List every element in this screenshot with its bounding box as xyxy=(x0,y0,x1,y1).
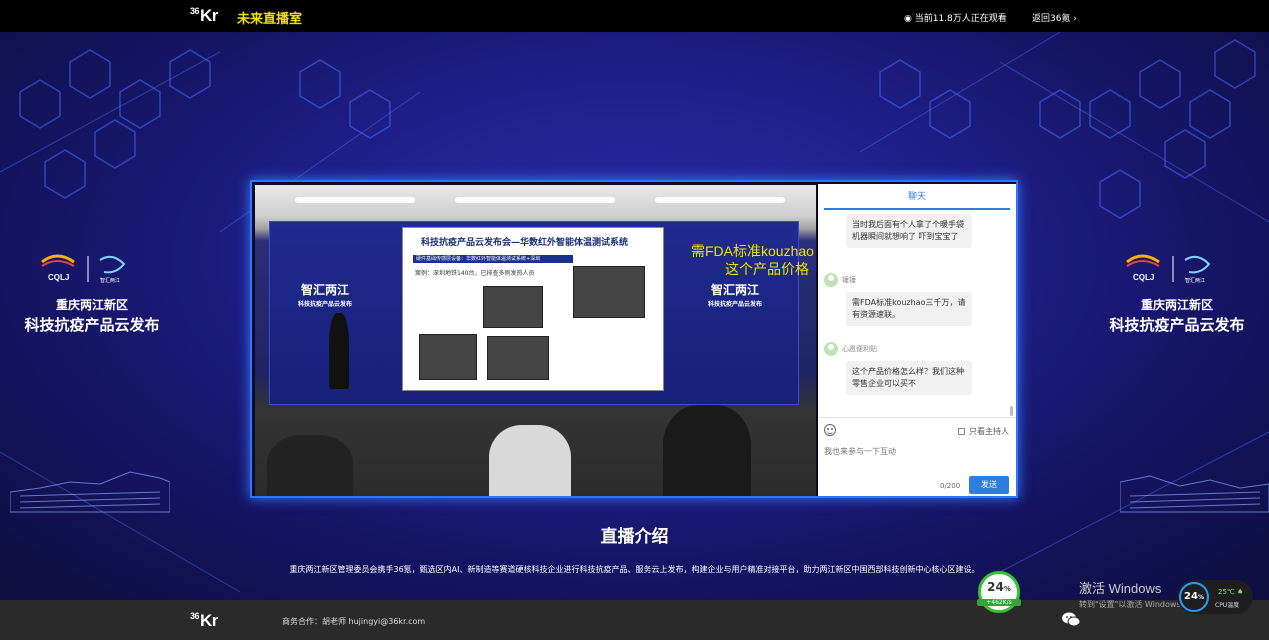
avatar xyxy=(824,273,838,287)
leaf-icon: ♠ xyxy=(1237,588,1244,596)
video-stream[interactable]: 智汇两江 科技抗疫产品云发布 智汇两江 科技抗疫产品云发布 科技抗疫产品云发布会… xyxy=(255,185,816,496)
audience-head xyxy=(489,425,571,496)
audience-head xyxy=(267,435,353,496)
brand-line-1: 重庆两江新区 xyxy=(1140,298,1213,312)
skyline-illustration xyxy=(10,471,170,513)
36kr-logo[interactable]: 36Kr xyxy=(190,6,218,26)
cpu-monitor-widget[interactable]: 24% 25℃ ♠ CPU温度 xyxy=(1177,580,1253,614)
danmaku-text: 需FDA标准kouzhao xyxy=(691,243,814,259)
chat-input[interactable] xyxy=(824,444,1010,458)
slide-band: 硬件基础传感层设备：华数红外智能体温测试系统+深圳 xyxy=(413,255,573,263)
svg-text:智汇两江: 智汇两江 xyxy=(1185,277,1205,284)
top-bar: 36Kr 未来直播室 ◉ 当前11.8万人正在观看 返回36氪 › xyxy=(0,0,1269,32)
cqlj-logo-icon: CQLJ 智汇两江 xyxy=(1126,254,1211,284)
host-only-checkbox[interactable] xyxy=(958,428,965,435)
chat-panel: 聊天 当时我后面有个人拿了个暖手袋 机器瞬间就想响了 吓到宝宝了 锤锤 需FDA… xyxy=(818,184,1016,496)
chat-scrollbar[interactable] xyxy=(1010,406,1013,416)
brand-line-2: 科技抗疫产品云发布 xyxy=(1109,316,1245,334)
presentation-slide: 科技抗疫产品云发布会—华数红外智能体温测试系统 硬件基础传感层设备：华数红外智能… xyxy=(402,227,664,391)
wechat-icon[interactable] xyxy=(1062,612,1080,627)
chat-divider xyxy=(818,417,1016,418)
chat-message-bubble: 这个产品价格怎么样？我们这种零售企业可以买不 xyxy=(846,361,972,395)
36kr-logo[interactable]: 36Kr xyxy=(190,611,218,631)
avatar xyxy=(824,342,838,356)
windows-activation-watermark: 激活 Windows 转到"设置"以激活 Windows。 xyxy=(1079,581,1189,609)
chat-message-user: 心愿便利贴 xyxy=(824,342,877,356)
chat-message-list[interactable]: 当时我后面有个人拿了个暖手袋 机器瞬间就想响了 吓到宝宝了 锤锤 需FDA标准k… xyxy=(818,212,1016,412)
slide-photo xyxy=(573,266,645,318)
chat-message-bubble: 当时我后面有个人拿了个暖手袋 机器瞬间就想响了 吓到宝宝了 xyxy=(846,214,972,248)
danmaku-text: 这个产品价格 xyxy=(725,261,809,277)
slide-case: 案例：深圳地铁140台，已排查多例发热人员 xyxy=(415,270,535,277)
emoji-icon[interactable] xyxy=(824,424,836,436)
skyline-illustration xyxy=(1120,475,1269,513)
chevron-right-icon: › xyxy=(1073,14,1077,24)
brand-logos: CQLJ 智汇两江 xyxy=(12,250,172,284)
cpu-temperature: 25℃ ♠ xyxy=(1218,588,1244,596)
back-to-36kr-link[interactable]: 返回36氪 › xyxy=(1032,11,1077,24)
svg-text:CQLJ: CQLJ xyxy=(48,273,69,282)
page-title: 未来直播室 xyxy=(237,12,303,27)
screen-left-subtitle: 科技抗疫产品云发布 xyxy=(297,301,352,308)
slide-photo xyxy=(487,336,549,380)
ceiling-light xyxy=(655,197,785,203)
slide-photo xyxy=(483,286,543,328)
screen-left-title: 智汇两江 xyxy=(300,283,349,297)
audience-head xyxy=(663,405,751,496)
right-brand-block: CQLJ 智汇两江 重庆两江新区 科技抗疫产品云发布 xyxy=(1097,250,1257,335)
brand-logos: CQLJ 智汇两江 xyxy=(1097,250,1257,284)
eye-icon: ◉ xyxy=(904,14,912,24)
live-player: 智汇两江 科技抗疫产品云发布 智汇两江 科技抗疫产品云发布 科技抗疫产品云发布会… xyxy=(250,180,1018,498)
business-contact: 商务合作：胡老师 hujingyi@36kr.com xyxy=(282,617,426,626)
send-button[interactable]: 发送 xyxy=(969,476,1009,494)
network-speed-widget[interactable]: 24% +462K/s xyxy=(977,571,1021,613)
tab-chat[interactable]: 聊天 xyxy=(824,188,1010,210)
cpu-label: CPU温度 xyxy=(1215,602,1240,609)
ceiling-light xyxy=(455,197,615,203)
host-only-toggle[interactable]: 只看主持人 xyxy=(958,426,1009,437)
svg-text:CQLJ: CQLJ xyxy=(1133,273,1154,282)
chat-message-user: 锤锤 xyxy=(824,273,856,287)
ceiling-light xyxy=(295,197,415,203)
viewer-count: ◉ 当前11.8万人正在观看 xyxy=(904,14,1007,24)
cqlj-logo-icon: CQLJ 智汇两江 xyxy=(41,254,126,284)
slide-title: 科技抗疫产品云发布会—华数红外智能体温测试系统 xyxy=(421,238,629,248)
slide-photo xyxy=(419,334,477,380)
speaker-figure xyxy=(329,313,349,389)
brand-line-1: 重庆两江新区 xyxy=(55,298,128,312)
char-count: 0/200 xyxy=(940,482,961,490)
intro-description: 重庆两江新区管理委员会携手36氪，甄选区内AI、新制造等赛道硬核科技企业进行科技… xyxy=(289,565,980,574)
svg-text:智汇两江: 智汇两江 xyxy=(100,277,120,284)
chat-message-bubble: 需FDA标准kouzhao三千万，请有资源速联。 xyxy=(846,292,972,326)
brand-line-2: 科技抗疫产品云发布 xyxy=(24,316,160,334)
screen-right-subtitle: 科技抗疫产品云发布 xyxy=(707,301,762,308)
screen-right-title: 智汇两江 xyxy=(710,283,759,297)
intro-heading: 直播介绍 xyxy=(600,527,669,547)
cpu-usage-ring: 24% xyxy=(1179,582,1209,612)
left-brand-block: CQLJ 智汇两江 重庆两江新区 科技抗疫产品云发布 xyxy=(12,250,172,335)
